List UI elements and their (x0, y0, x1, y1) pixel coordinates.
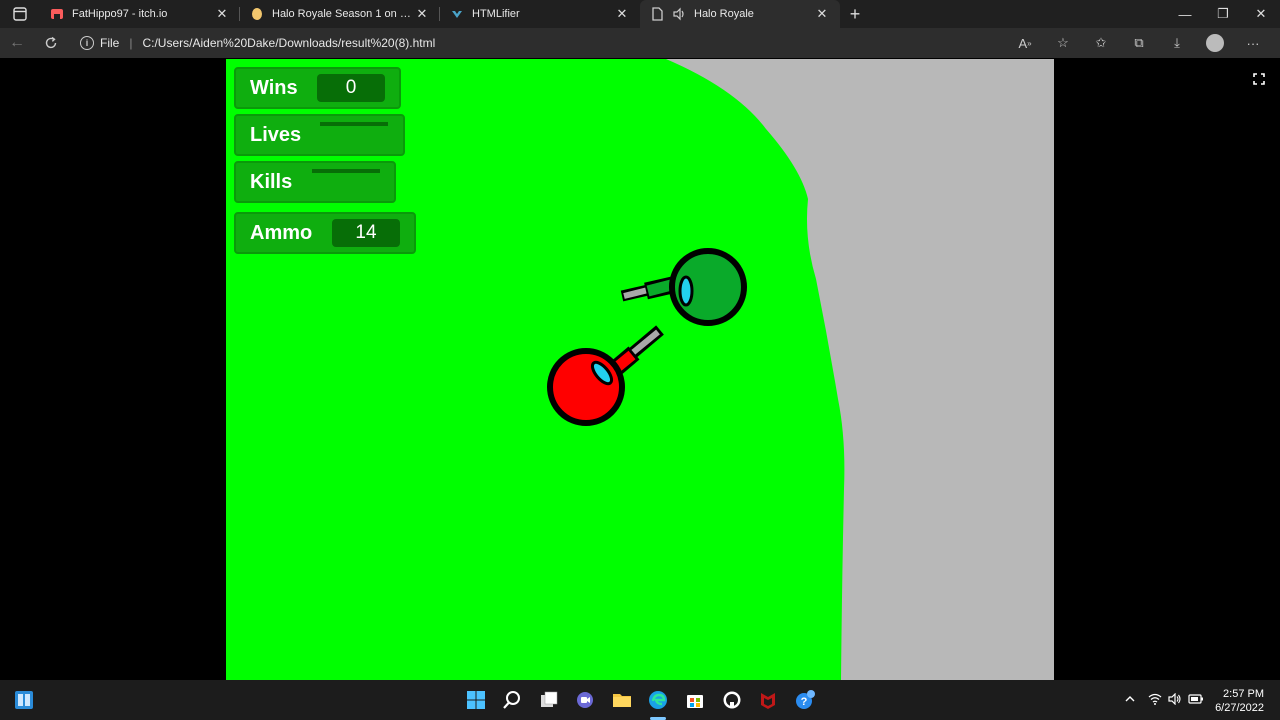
restore-button[interactable]: ❐ (1204, 0, 1242, 28)
address-bar[interactable]: i File | C:/Users/Aiden%20Dake/Downloads… (80, 31, 435, 55)
url-divider: | (129, 36, 133, 50)
add-favorite-icon[interactable]: ☆ (1044, 28, 1082, 58)
profile-avatar[interactable] (1206, 34, 1224, 52)
github-icon[interactable] (720, 688, 744, 712)
url-text[interactable]: C:/Users/Aiden%20Dake/Downloads/result%2… (142, 36, 435, 50)
mcafee-icon[interactable] (756, 688, 780, 712)
back-button[interactable]: ← (0, 28, 34, 58)
browser-tab-strip: FatHippo97 - itch.io ✕ Halo Royale Seaso… (0, 0, 1280, 28)
tab-scratch[interactable]: Halo Royale Season 1 on Scratch ✕ (240, 0, 440, 28)
htmlifier-icon (450, 7, 464, 21)
widgets-icon[interactable] (12, 688, 36, 712)
windows-taskbar: ? 2:57 PM 6/27/2022 (0, 680, 1280, 720)
more-menu-icon[interactable]: ··· (1234, 28, 1272, 58)
tab-itch[interactable]: FatHippo97 - itch.io ✕ (40, 0, 240, 28)
tab-title: FatHippo97 - itch.io (72, 8, 168, 20)
speaker-icon[interactable] (672, 7, 686, 21)
info-icon[interactable]: i (80, 36, 94, 50)
players-layer (547, 248, 747, 426)
tab-halo-royale[interactable]: Halo Royale ✕ (640, 0, 840, 28)
url-scheme-label: File (100, 36, 120, 50)
new-tab-button[interactable]: + (840, 0, 870, 28)
green-player (620, 248, 747, 326)
battery-icon[interactable] (1188, 693, 1204, 707)
tab-title: Halo Royale Season 1 on Scratch (272, 8, 414, 20)
store-icon[interactable] (683, 688, 707, 712)
scratch-icon (250, 7, 264, 21)
close-icon[interactable]: ✕ (214, 6, 230, 22)
minimize-button[interactable]: — (1166, 0, 1204, 28)
system-tray (1124, 680, 1204, 720)
clock-date: 6/27/2022 (1215, 702, 1264, 714)
fullscreen-icon[interactable] (1252, 72, 1266, 86)
address-bar-row: ← i File | C:/Users/Aiden%20Dake/Downloa… (0, 28, 1280, 58)
page-viewport: Wins 0 Lives Kills Ammo 14 (0, 58, 1280, 680)
tab-title: HTMLifier (472, 8, 520, 20)
file-explorer-icon[interactable] (610, 688, 634, 712)
close-window-button[interactable]: ✕ (1242, 0, 1280, 28)
downloads-icon[interactable]: ⤓ (1158, 28, 1196, 58)
taskbar-clock[interactable]: 2:57 PM 6/27/2022 (1215, 687, 1264, 715)
close-icon[interactable]: ✕ (814, 6, 830, 22)
workspaces-icon[interactable] (0, 0, 40, 28)
svg-text:?: ? (801, 696, 808, 708)
tab-htmlifier[interactable]: HTMLifier ✕ (440, 0, 640, 28)
collections-icon[interactable]: ⧉ (1120, 28, 1158, 58)
refresh-button[interactable] (34, 28, 68, 58)
task-view-icon[interactable] (537, 688, 561, 712)
itch-icon (50, 7, 64, 21)
tab-title: Halo Royale (694, 8, 754, 20)
read-aloud-icon[interactable]: A» (1006, 28, 1044, 58)
teams-chat-icon[interactable] (573, 688, 597, 712)
get-help-icon[interactable]: ? (793, 688, 817, 712)
game-stage[interactable]: Wins 0 Lives Kills Ammo 14 (226, 59, 1054, 680)
close-icon[interactable]: ✕ (414, 6, 430, 22)
red-player (547, 325, 664, 426)
search-icon[interactable] (500, 688, 524, 712)
edge-icon[interactable] (646, 688, 670, 712)
clock-time: 2:57 PM (1223, 688, 1264, 700)
chevron-up-icon[interactable] (1124, 693, 1136, 708)
page-icon (650, 7, 664, 21)
close-icon[interactable]: ✕ (614, 6, 630, 22)
start-icon[interactable] (464, 688, 488, 712)
favorites-icon[interactable]: ✩ (1082, 28, 1120, 58)
volume-icon[interactable] (1168, 692, 1182, 708)
wifi-icon[interactable] (1148, 693, 1162, 708)
